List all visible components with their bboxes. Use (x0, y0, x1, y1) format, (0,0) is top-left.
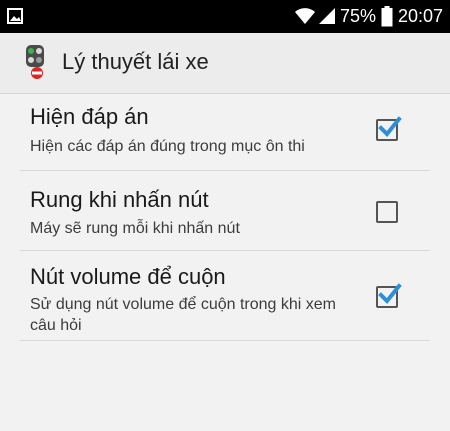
setting-vibrate-on-tap[interactable]: Rung khi nhấn nút Máy sẽ rung mỗi khi nh… (0, 171, 450, 250)
setting-summary: Máy sẽ rung mỗi khi nhấn nút (30, 220, 240, 237)
divider (20, 340, 430, 341)
signal-icon (319, 8, 335, 24)
setting-summary: Hiện các đáp án đúng trong mục ôn thi (30, 138, 305, 155)
battery-icon (381, 6, 393, 27)
show-answers-checkbox[interactable] (376, 116, 402, 141)
battery-percentage: 75% (340, 6, 377, 26)
gallery-icon (7, 8, 23, 24)
checkmark-icon (378, 116, 402, 137)
setting-show-answers[interactable]: Hiện đáp án Hiện các đáp án đúng trong m… (0, 94, 450, 170)
setting-title: Nút volume để cuộn (30, 264, 226, 289)
app-title: Lý thuyết lái xe (62, 49, 209, 74)
setting-title: Hiện đáp án (30, 104, 149, 129)
clock: 20:07 (398, 6, 444, 26)
vibrate-checkbox[interactable] (376, 201, 398, 223)
traffic-light-icon[interactable] (22, 43, 52, 81)
setting-title: Rung khi nhấn nút (30, 187, 209, 212)
volume-scroll-checkbox[interactable] (376, 283, 402, 308)
wifi-icon (295, 8, 315, 24)
setting-summary: Sử dụng nút volume để cuộn trong khi xem… (30, 296, 336, 334)
action-bar: Lý thuyết lái xe (0, 33, 450, 94)
checkmark-icon (378, 283, 402, 304)
status-bar: 75% 20:07 (0, 0, 450, 33)
setting-volume-scroll[interactable]: Nút volume để cuộn Sử dụng nút volume để… (0, 251, 450, 340)
